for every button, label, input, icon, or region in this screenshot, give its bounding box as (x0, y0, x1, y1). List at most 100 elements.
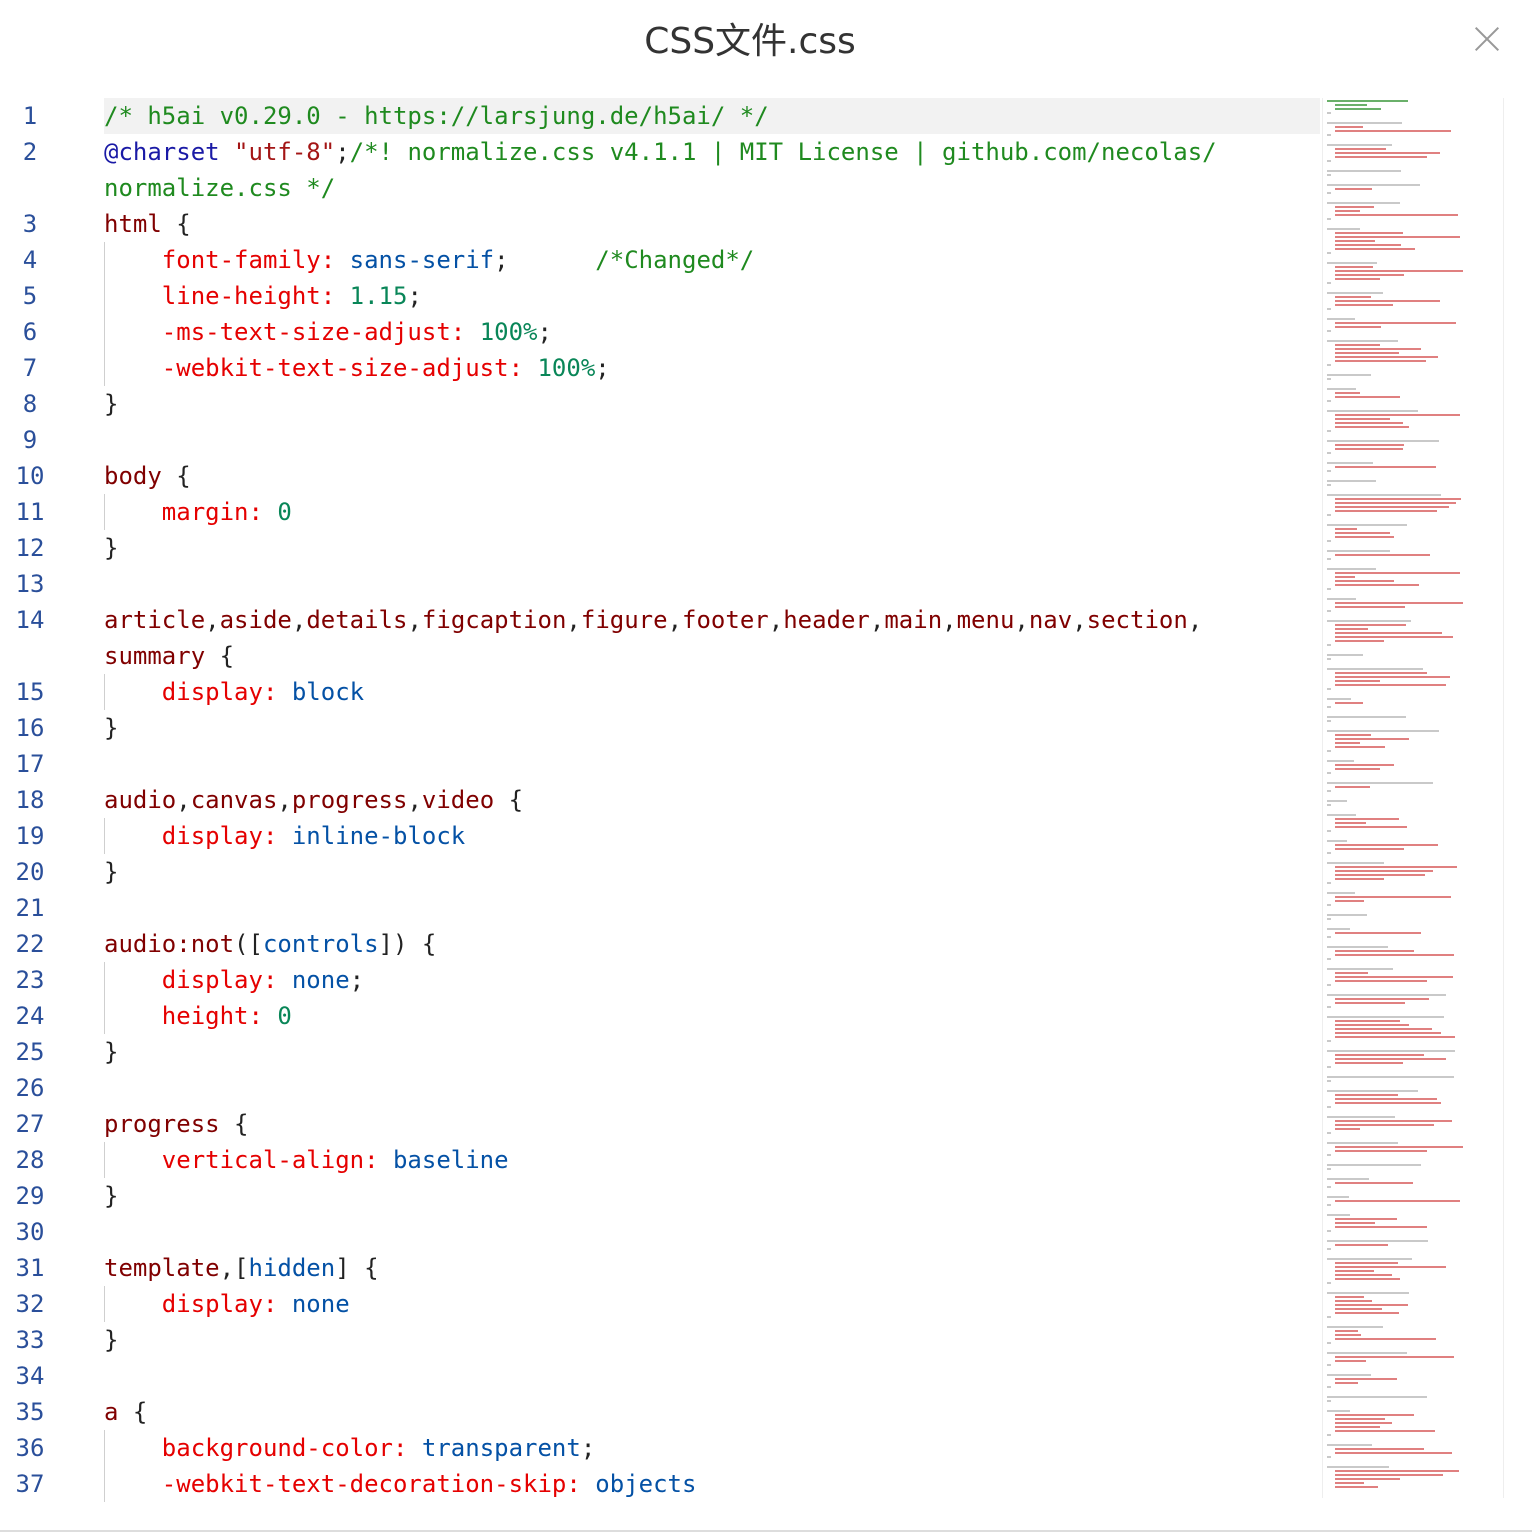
code-token: { (494, 786, 524, 814)
minimap-line (1327, 160, 1331, 162)
code-line[interactable]: 21 (0, 890, 1320, 926)
code-line[interactable]: 15 display: block (0, 674, 1320, 710)
minimap-line (1335, 554, 1430, 556)
code-line[interactable]: 1 /* h5ai v0.29.0 - https://larsjung.de/h… (0, 98, 1320, 134)
code-line[interactable]: 3 html { (0, 206, 1320, 242)
minimap-line (1335, 1360, 1366, 1362)
minimap-line (1335, 1032, 1441, 1034)
minimap-line (1327, 1342, 1331, 1344)
code-line[interactable]: 22 audio:not([controls]) { (0, 926, 1320, 962)
minimap-line (1335, 1478, 1400, 1480)
code-line[interactable]: 20} (0, 854, 1320, 890)
minimap-line (1327, 1164, 1421, 1166)
code-line[interactable]: 29} (0, 1178, 1320, 1214)
code-text: @charset "utf-8";/*! normalize.css v4.1.… (104, 134, 1320, 170)
minimap-line (1335, 232, 1403, 234)
code-line[interactable]: 24 height: 0 (0, 998, 1320, 1034)
code-line[interactable]: 19 display: inline-block (0, 818, 1320, 854)
code-token: progress (104, 1110, 220, 1138)
minimap-line (1327, 1066, 1331, 1068)
minimap-line (1327, 1006, 1331, 1008)
line-number: 15 (15, 678, 45, 706)
code-line[interactable]: 17 (0, 746, 1320, 782)
code-line[interactable]: 26 (0, 1070, 1320, 1106)
code-line[interactable]: 6 -ms-text-size-adjust: 100%; (0, 314, 1320, 350)
code-line[interactable]: 31 template,[hidden] { (0, 1250, 1320, 1286)
minimap-line (1327, 1410, 1350, 1412)
code-line[interactable]: 9 (0, 422, 1320, 458)
code-line[interactable]: 16} (0, 710, 1320, 746)
code-line[interactable]: 18 audio,canvas,progress,video { (0, 782, 1320, 818)
minimap-line (1327, 184, 1420, 186)
minimap-line (1335, 676, 1450, 678)
minimap-line (1335, 738, 1409, 740)
minimap-line (1327, 262, 1377, 264)
code-line[interactable]: 30 (0, 1214, 1320, 1250)
line-number: 17 (15, 750, 45, 778)
minimap-line (1327, 644, 1331, 646)
code-line[interactable]: 25} (0, 1034, 1320, 1070)
code-line[interactable]: 34 (0, 1358, 1320, 1394)
minimap-line (1327, 1466, 1389, 1468)
code-line[interactable]: 23 display: none; (0, 962, 1320, 998)
code-line[interactable]: 7 -webkit-text-size-adjust: 100%; (0, 350, 1320, 386)
code-line[interactable]: 14 article,aside,details,figcaption,figur… (0, 602, 1320, 638)
code-editor[interactable]: 1 /* h5ai v0.29.0 - https://larsjung.de/h… (0, 94, 1532, 1502)
minimap-line (1335, 1274, 1392, 1276)
code-token: , (407, 606, 422, 634)
line-number: 18 (15, 786, 45, 814)
minimap-line (1335, 502, 1456, 504)
code-line[interactable]: 2 @charset "utf-8";/*! normalize.css v4.1… (0, 134, 1320, 170)
code-text: summary { (104, 638, 1320, 674)
minimap-line (1335, 786, 1370, 788)
code-line[interactable]: 28 vertical-align: baseline (0, 1142, 1320, 1178)
minimap-line (1327, 668, 1423, 670)
minimap-line (1335, 1334, 1361, 1336)
code-line[interactable]: 35 a { (0, 1394, 1320, 1430)
minimap-line (1327, 936, 1331, 938)
code-line[interactable]: normalize.css */ (0, 170, 1320, 206)
code-line[interactable]: 36 background-color: transparent; (0, 1430, 1320, 1466)
minimap-line (1327, 1186, 1331, 1188)
code-line[interactable]: 37 -webkit-text-decoration-skip: objects (0, 1466, 1320, 1502)
minimap-line (1335, 1054, 1424, 1056)
code-line[interactable]: 33} (0, 1322, 1320, 1358)
minimap-line (1335, 1486, 1378, 1488)
code-token: , (291, 606, 307, 634)
code-token: -ms-text-size-adjust: (104, 318, 480, 346)
code-text: display: none (104, 1286, 1320, 1322)
minimap-line (1327, 484, 1331, 486)
code-token: display: (104, 822, 292, 850)
minimap-line (1327, 1258, 1412, 1260)
minimap-line (1335, 448, 1403, 450)
minimap-line (1327, 430, 1331, 432)
code-line[interactable]: 11 margin: 0 (0, 494, 1320, 530)
code-token: progress (291, 786, 408, 814)
code-line[interactable]: 13 (0, 566, 1320, 602)
code-token: , (667, 606, 683, 634)
minimap-line (1327, 174, 1331, 176)
code-token: footer (682, 606, 769, 634)
code-token: @charset (104, 138, 220, 166)
code-minimap[interactable] (1322, 98, 1504, 1498)
code-token: -webkit-text-decoration-skip: (104, 1470, 596, 1498)
code-line[interactable]: summary { (0, 638, 1320, 674)
minimap-line (1335, 818, 1399, 820)
code-line[interactable]: 5 line-height: 1.15; (0, 278, 1320, 314)
minimap-line (1335, 444, 1404, 446)
code-line[interactable]: 27 progress { (0, 1106, 1320, 1142)
code-text: } (104, 1034, 1320, 1070)
code-text: template,[hidden] { (104, 1250, 1320, 1286)
close-icon[interactable] (1470, 22, 1504, 56)
code-line[interactable]: 4 font-family: sans-serif; /*Changed*/ (0, 242, 1320, 278)
code-line[interactable]: 8} (0, 386, 1320, 422)
minimap-line (1327, 790, 1331, 792)
code-text: line-height: 1.15; (104, 278, 1320, 314)
code-line[interactable]: 10 body { (0, 458, 1320, 494)
code-token: /*! normalize.css v4.1.1 | MIT License |… (349, 138, 1217, 166)
code-token: 0 (277, 1002, 292, 1030)
code-line[interactable]: 32 display: none (0, 1286, 1320, 1322)
minimap-line (1327, 830, 1331, 832)
code-line[interactable]: 12} (0, 530, 1320, 566)
code-token: none (291, 1290, 350, 1318)
